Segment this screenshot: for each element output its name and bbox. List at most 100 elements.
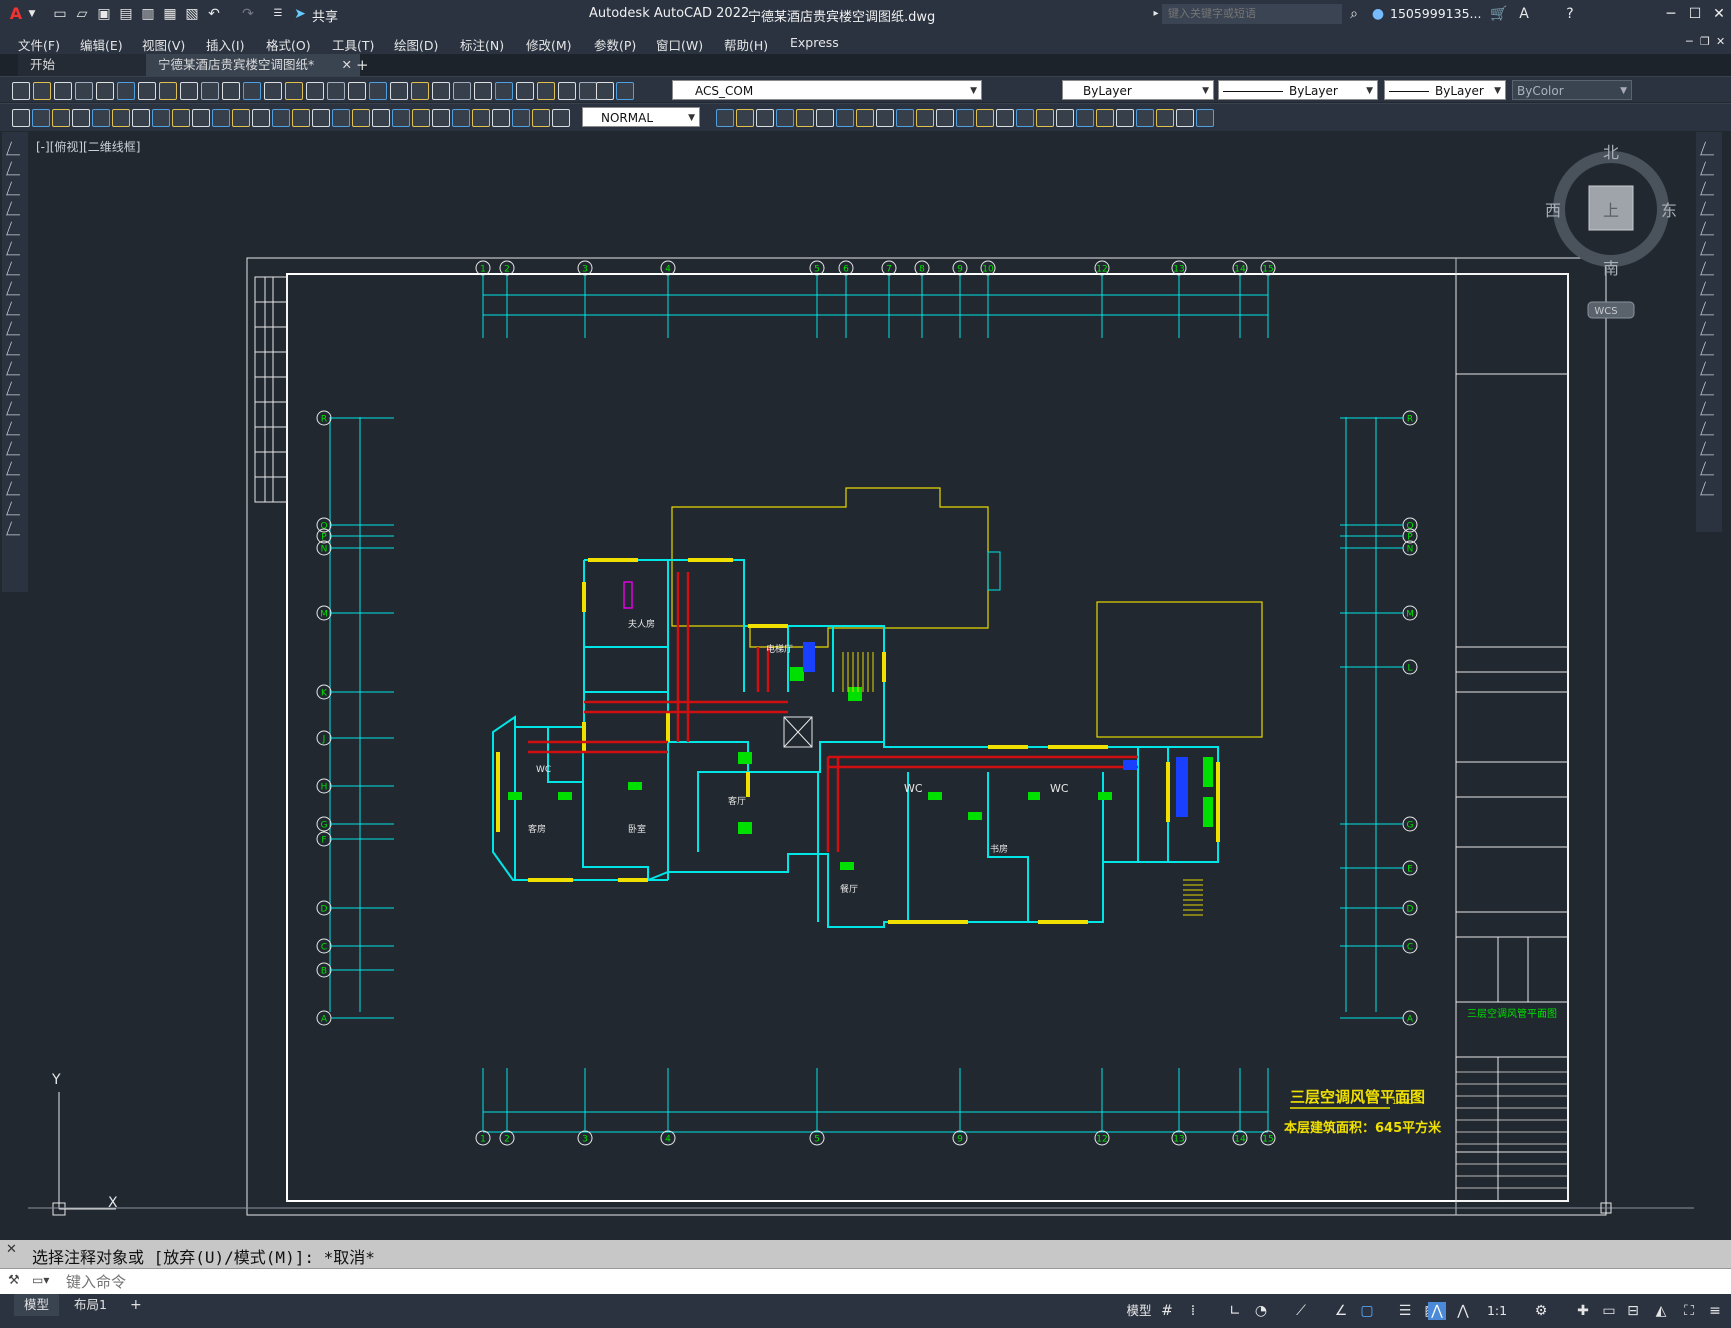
dim-text-edit-icon[interactable] xyxy=(372,109,390,127)
design-center-icon[interactable] xyxy=(411,82,429,100)
offset-icon[interactable] xyxy=(472,109,490,127)
trim-icon[interactable] xyxy=(716,109,734,127)
copy-object-icon[interactable] xyxy=(1176,109,1194,127)
ellipse-arc-icon[interactable] xyxy=(6,341,25,356)
new-file-icon[interactable]: ▭ xyxy=(52,6,68,22)
continue-icon[interactable] xyxy=(956,109,974,127)
viewcube-west[interactable]: 西 xyxy=(1545,201,1561,220)
redo-icon[interactable]: ↷ xyxy=(240,6,256,22)
menu-edit[interactable]: 编辑(E) xyxy=(80,35,123,54)
dim-break-icon[interactable] xyxy=(252,109,270,127)
cut-icon[interactable] xyxy=(159,82,177,100)
linear-dim-icon[interactable] xyxy=(756,109,774,127)
autodesk-app-icon[interactable]: A xyxy=(1516,6,1532,22)
dimstyle-combo[interactable]: NORMAL ▼ xyxy=(582,107,700,127)
arc-length-icon[interactable] xyxy=(52,109,70,127)
wcs-label[interactable]: WCS xyxy=(1594,306,1617,317)
snap-icon[interactable]: ⁞ xyxy=(1184,1302,1202,1320)
search-icon[interactable]: ⌕ xyxy=(1346,6,1362,22)
inspect-icon[interactable] xyxy=(1056,109,1074,127)
angular-icon[interactable] xyxy=(152,109,170,127)
join-icon[interactable] xyxy=(1700,401,1719,416)
cart-icon[interactable]: 🛒 xyxy=(1490,6,1507,22)
radius-icon[interactable] xyxy=(836,109,854,127)
dim-text-edit-icon[interactable] xyxy=(1116,109,1134,127)
jogged-linear-icon[interactable] xyxy=(1076,109,1094,127)
zoom-window-icon[interactable] xyxy=(348,82,366,100)
plot-icon[interactable]: ▧ xyxy=(184,6,200,22)
menu-format[interactable]: 格式(O) xyxy=(266,35,311,54)
quickcalc-icon[interactable] xyxy=(495,82,513,100)
tolerance-icon[interactable] xyxy=(1016,109,1034,127)
extend-icon[interactable] xyxy=(736,109,754,127)
inspect-icon[interactable] xyxy=(312,109,330,127)
viewcube-south[interactable]: 南 xyxy=(1603,259,1619,278)
stretch-icon[interactable] xyxy=(552,109,570,127)
mirror-icon[interactable] xyxy=(1196,109,1214,127)
doc-minimize-icon[interactable]: ─ xyxy=(1686,35,1693,48)
dim-space-icon[interactable] xyxy=(232,109,250,127)
explode-icon[interactable] xyxy=(1700,481,1719,496)
match-properties-icon[interactable] xyxy=(222,82,240,100)
linetype-combo[interactable]: ByLayer ▼ xyxy=(1218,80,1378,100)
tool-palettes-icon[interactable] xyxy=(432,82,450,100)
revision-cloud-icon[interactable] xyxy=(6,281,25,296)
isodraft-icon[interactable]: ⟋ xyxy=(1292,1302,1310,1320)
maximize-button[interactable]: ☐ xyxy=(1684,4,1706,24)
command-close-icon[interactable]: ✕ xyxy=(6,1242,17,1257)
menu-help[interactable]: 帮助(H) xyxy=(724,35,768,54)
layer-match-icon[interactable] xyxy=(579,82,597,100)
center-mark-icon[interactable] xyxy=(1036,109,1054,127)
quick-dim-icon[interactable] xyxy=(172,109,190,127)
annotation-visibility-icon[interactable]: ⋀ xyxy=(1428,1302,1446,1320)
save-web-icon[interactable]: ▦ xyxy=(162,6,178,22)
menu-express[interactable]: Express xyxy=(790,35,839,50)
ortho-icon[interactable]: ∟ xyxy=(1226,1302,1244,1320)
dim-break-icon[interactable] xyxy=(996,109,1014,127)
baseline-icon[interactable] xyxy=(936,109,954,127)
diameter-icon[interactable] xyxy=(876,109,894,127)
hatch-icon[interactable] xyxy=(6,421,25,436)
copy-object-icon[interactable] xyxy=(432,109,450,127)
workspace-gear-icon[interactable]: ⚙ xyxy=(1532,1302,1550,1320)
copy-icon[interactable] xyxy=(1700,161,1719,176)
linear-dim-icon[interactable] xyxy=(12,109,30,127)
scale-icon[interactable] xyxy=(1700,281,1719,296)
preview-icon[interactable] xyxy=(96,82,114,100)
layer-state-icon[interactable] xyxy=(558,82,576,100)
plotstyle-combo[interactable]: ByColor ▼ xyxy=(1512,80,1632,100)
pan-icon[interactable] xyxy=(306,82,324,100)
dim-edit-icon[interactable] xyxy=(352,109,370,127)
save-as-icon[interactable]: ▤ xyxy=(118,6,134,22)
table-icon[interactable] xyxy=(6,481,25,496)
3d-print-icon[interactable] xyxy=(138,82,156,100)
new-layout-plus-icon[interactable]: + xyxy=(120,1294,152,1316)
close-button[interactable]: ✕ xyxy=(1708,4,1730,24)
ellipse-icon[interactable] xyxy=(6,321,25,336)
break-point-icon[interactable] xyxy=(1700,361,1719,376)
jogged-icon[interactable] xyxy=(856,109,874,127)
layer-combo[interactable]: ACS_COM ▼ xyxy=(672,80,982,100)
undo-icon[interactable] xyxy=(264,82,282,100)
gradient-icon[interactable] xyxy=(6,441,25,456)
wrench-icon[interactable]: ⚒ xyxy=(8,1273,20,1288)
continue-icon[interactable] xyxy=(212,109,230,127)
menu-modify[interactable]: 修改(M) xyxy=(526,35,572,54)
lineweight-combo[interactable]: ByLayer ▼ xyxy=(1384,80,1506,100)
share-icon[interactable]: ➤ xyxy=(292,6,308,22)
paste-icon[interactable] xyxy=(201,82,219,100)
open-file-icon[interactable]: ▱ xyxy=(74,6,90,22)
layer-properties-icon[interactable] xyxy=(537,82,555,100)
zoom-previous-icon[interactable] xyxy=(369,82,387,100)
redo-icon[interactable] xyxy=(285,82,303,100)
break-icon[interactable] xyxy=(1700,381,1719,396)
object-snap-icon[interactable]: ▢ xyxy=(1358,1302,1376,1320)
angular-icon[interactable] xyxy=(896,109,914,127)
menu-view[interactable]: 视图(V) xyxy=(142,35,185,54)
menu-parametric[interactable]: 参数(P) xyxy=(594,35,636,54)
tab-drawing[interactable]: 宁德某酒店贵宾楼空调图纸* ✕ xyxy=(146,54,360,76)
color-combo[interactable]: ByLayer ▼ xyxy=(1062,80,1214,100)
user-icon[interactable]: ● xyxy=(1370,6,1386,22)
menu-tools[interactable]: 工具(T) xyxy=(332,35,374,54)
save-icon[interactable] xyxy=(54,82,72,100)
